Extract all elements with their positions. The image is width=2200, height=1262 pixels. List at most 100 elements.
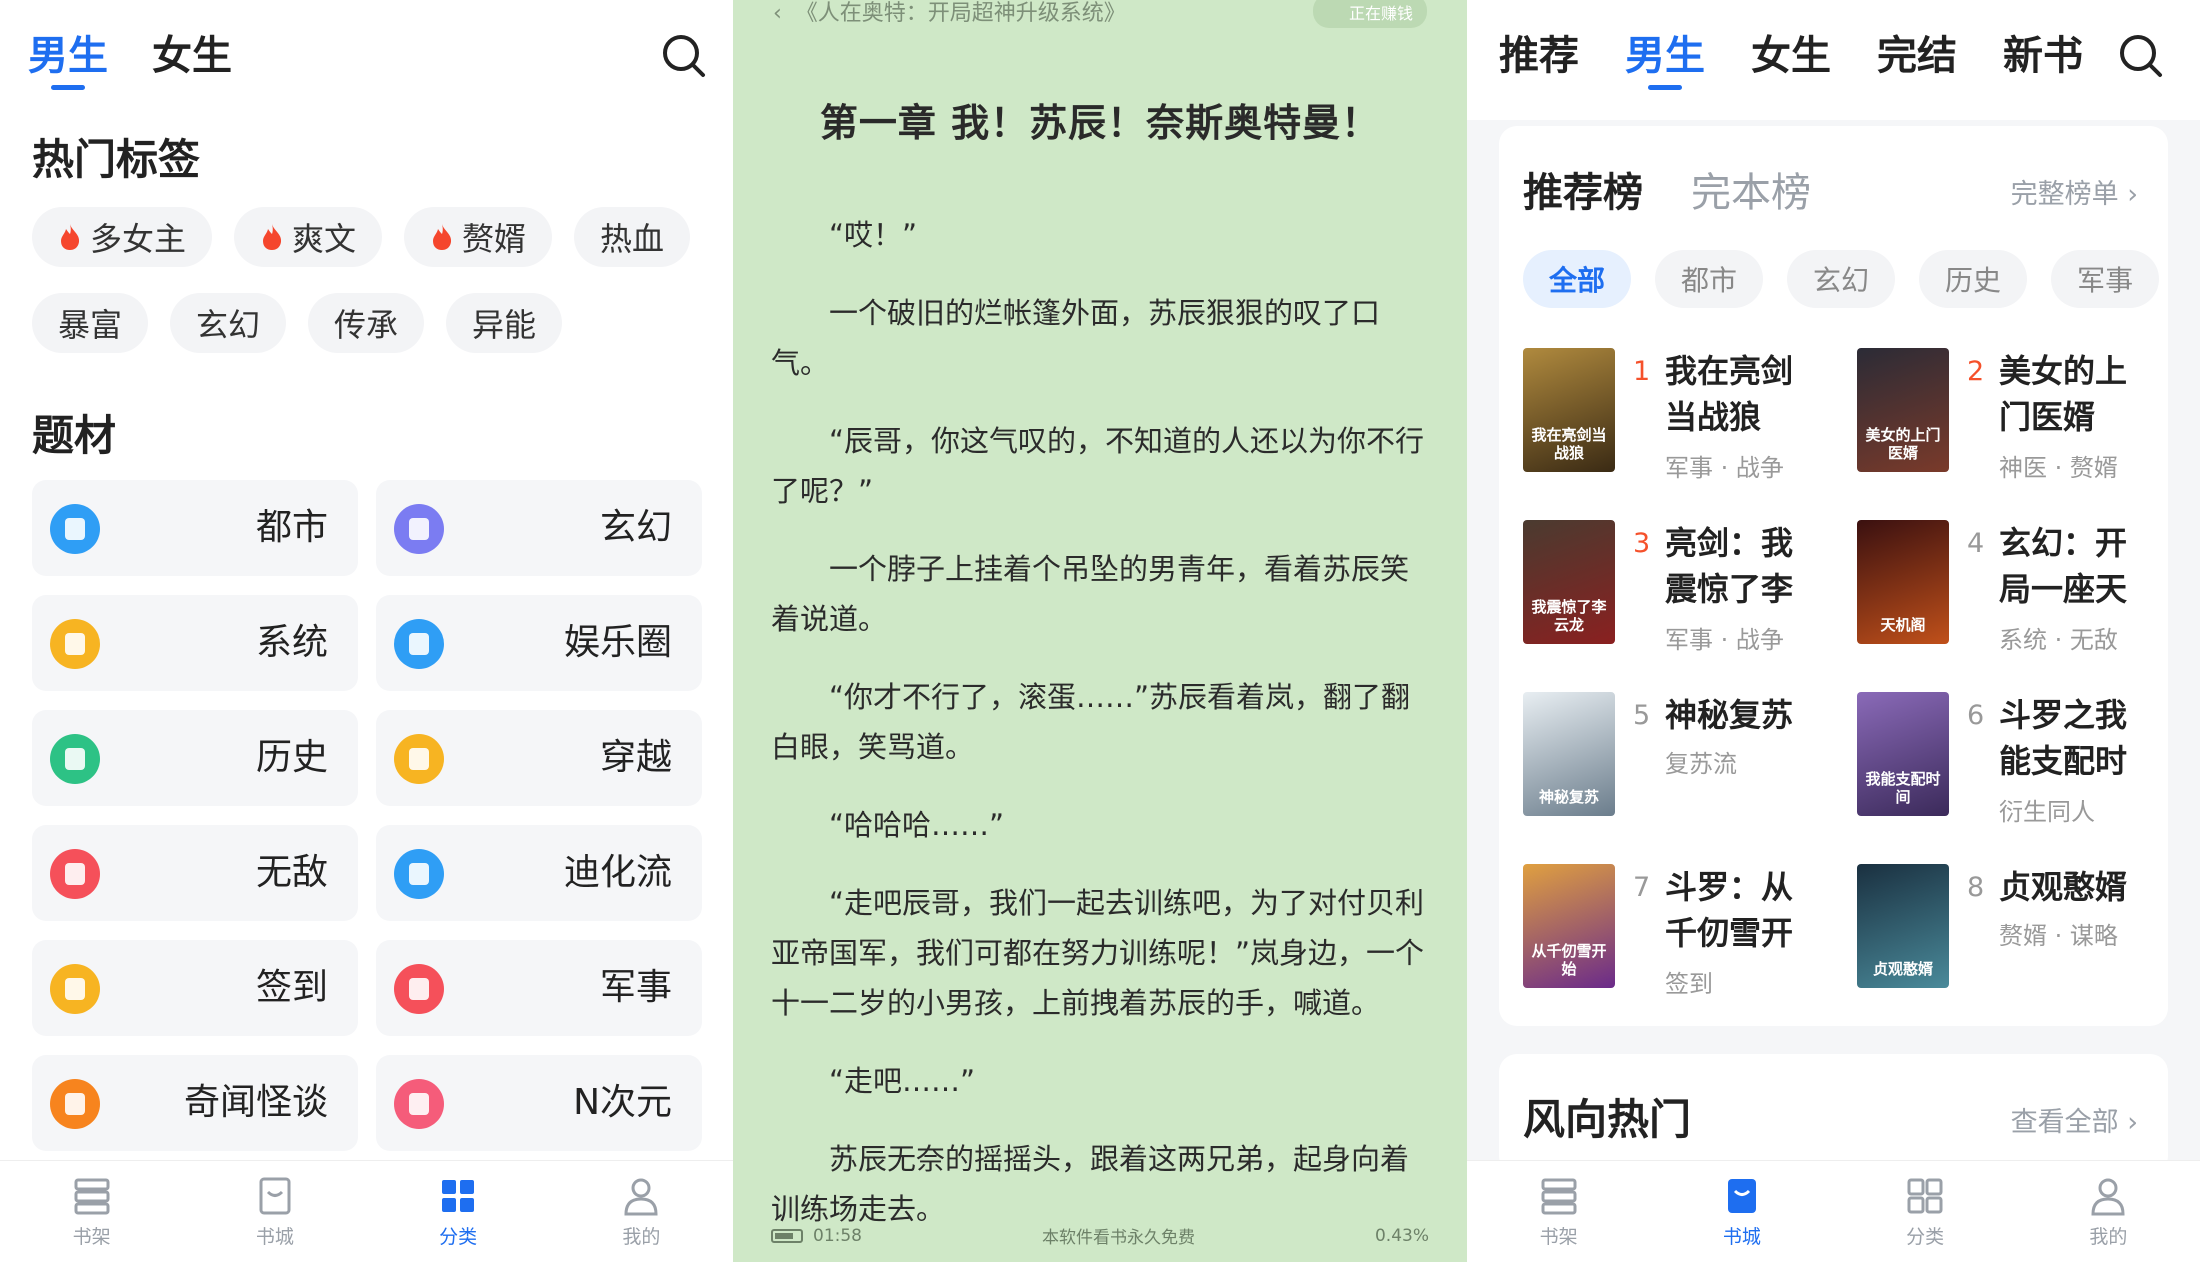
tag-label: 热血 — [600, 220, 665, 258]
book-cover[interactable]: 我在亮剑当战狼 — [1523, 348, 1615, 472]
book-cover[interactable]: 天机阁 — [1857, 520, 1949, 644]
book-title[interactable]: 斗罗之我能支配时 — [1999, 692, 2149, 784]
tab-finished-rank[interactable]: 完本榜 — [1691, 160, 1811, 218]
nav-bookshelf[interactable]: 书架 — [1467, 1161, 1650, 1262]
genre-label: 军事 — [599, 967, 672, 1008]
tab-channel[interactable]: 完结 — [1877, 28, 1957, 84]
hot-tag[interactable]: 爽文 — [234, 207, 383, 267]
book-item[interactable]: 我震惊了李云龙 3 亮剑：我震惊了李 军事 · 战争 — [1523, 520, 1857, 654]
book-cover[interactable]: 美女的上门医婿 — [1857, 348, 1949, 472]
nav-bookshelf[interactable]: 书架 — [0, 1161, 183, 1262]
tag-label: 异能 — [472, 306, 537, 344]
earn-badge[interactable]: 正在赚钱 — [1312, 0, 1427, 28]
view-all-link[interactable]: 查看全部 › — [2011, 1100, 2138, 1139]
book-cover[interactable]: 我震惊了李云龙 — [1523, 520, 1615, 644]
hot-tag[interactable]: 传承 — [308, 293, 425, 353]
paragraph: “走吧……” — [829, 1064, 976, 1098]
genre-item[interactable]: 穿越 — [376, 710, 702, 806]
bookshelf-icon — [1541, 1178, 1577, 1215]
location-pin-icon — [50, 964, 100, 1014]
hot-tags-row: 多女主 爽文 赘婿 热血 — [32, 207, 691, 267]
rank-number: 5 — [1633, 700, 1651, 731]
book-cover[interactable]: 从千仞雪开始 — [1523, 864, 1615, 988]
book-tags: 复苏流 — [1665, 750, 1737, 778]
book-item[interactable]: 贞观憨婿 8 贞观憨婿 赘婿 · 谋略 — [1857, 864, 2163, 988]
nav-category[interactable]: 分类 — [1834, 1161, 2017, 1262]
hot-tag[interactable]: 多女主 — [32, 207, 213, 267]
nav-bookstore[interactable]: 书城 — [1650, 1161, 1833, 1262]
book-item[interactable]: 天机阁 4 玄幻：开局一座天 系统 · 无敌 — [1857, 520, 2163, 654]
category-chip[interactable]: 军事 — [2051, 250, 2160, 308]
genre-item[interactable]: 都市 — [32, 480, 358, 576]
genre-item[interactable]: 玄幻 — [376, 480, 702, 576]
search-icon[interactable] — [2117, 32, 2163, 78]
nav-label: 分类 — [1906, 1226, 1945, 1248]
book-title[interactable]: 我在亮剑当战狼 — [1665, 348, 1815, 440]
category-chip[interactable]: 全部 — [1523, 250, 1632, 308]
rank-number: 4 — [1967, 528, 1985, 559]
genre-item[interactable]: 系统 — [32, 595, 358, 691]
genre-item[interactable]: 历史 — [32, 710, 358, 806]
nav-label: 书城 — [1722, 1226, 1761, 1248]
tab-female[interactable]: 女生 — [152, 28, 232, 84]
tab-male[interactable]: 男生 — [28, 28, 108, 84]
document-icon — [50, 619, 100, 669]
book-title[interactable]: 美女的上门医婿 — [1999, 348, 2149, 440]
search-icon[interactable] — [660, 32, 706, 78]
genre-item[interactable]: 奇闻怪谈 — [32, 1055, 358, 1151]
hot-tag[interactable]: 玄幻 — [170, 293, 287, 353]
tag-label: 暴富 — [58, 306, 123, 344]
nav-category[interactable]: 分类 — [367, 1161, 550, 1262]
full-list-link[interactable]: 完整榜单 › — [2011, 172, 2138, 211]
genre-item[interactable]: 娱乐圈 — [376, 595, 702, 691]
fire-icon — [433, 224, 452, 250]
hot-tag[interactable]: 热血 — [574, 207, 691, 267]
genre-item[interactable]: 无敌 — [32, 825, 358, 921]
book-cover[interactable]: 神秘复苏 — [1523, 692, 1615, 816]
book-title[interactable]: 亮剑：我震惊了李 — [1665, 520, 1815, 612]
rank-number: 1 — [1633, 356, 1651, 387]
category-chip[interactable]: 都市 — [1655, 250, 1764, 308]
book-item[interactable]: 从千仞雪开始 7 斗罗：从千仞雪开 签到 — [1523, 864, 1857, 998]
genre-label: 穿越 — [599, 737, 672, 778]
book-cover[interactable]: 贞观憨婿 — [1857, 864, 1949, 988]
book-title[interactable]: 玄幻：开局一座天 — [1999, 520, 2149, 612]
tag-label: 赘婿 — [462, 220, 527, 258]
bottom-nav: 书架 书城 分类 我的 — [1467, 1160, 2200, 1262]
footer-note: 本软件看书永久免费 — [1041, 1228, 1195, 1248]
nav-label: 分类 — [439, 1226, 478, 1248]
book-item[interactable]: 神秘复苏 5 神秘复苏 复苏流 — [1523, 692, 1857, 816]
category-chip[interactable]: 玄幻 — [1787, 250, 1896, 308]
tab-channel[interactable]: 女生 — [1751, 28, 1831, 84]
hot-tag[interactable]: 赘婿 — [404, 207, 553, 267]
tab-channel[interactable]: 推荐 — [1499, 28, 1579, 84]
book-title: 《人在奥特：开局超神升级系统》 — [795, 1, 1126, 26]
nav-profile[interactable]: 我的 — [2017, 1161, 2200, 1262]
back-chevron-icon[interactable]: ‹ — [773, 1, 796, 26]
tab-recommend-rank[interactable]: 推荐榜 — [1523, 160, 1643, 218]
genre-item[interactable]: N次元 — [376, 1055, 702, 1151]
category-chip[interactable]: 历史 — [1919, 250, 2028, 308]
genre-item[interactable]: 签到 — [32, 940, 358, 1036]
tab-channel[interactable]: 男生 — [1625, 28, 1705, 84]
book-cover[interactable]: 我能支配时间 — [1857, 692, 1949, 816]
hot-tag[interactable]: 异能 — [446, 293, 563, 353]
reader-header[interactable]: ‹ 《人在奥特：开局超神升级系统》 — [773, 0, 1126, 28]
genre-item[interactable]: 军事 — [376, 940, 702, 1036]
book-item[interactable]: 美女的上门医婿 2 美女的上门医婿 神医 · 赘婿 — [1857, 348, 2163, 482]
genre-label: 奇闻怪谈 — [183, 1082, 328, 1123]
cover-title: 美女的上门医婿 — [1865, 426, 1941, 462]
tag-label: 多女主 — [90, 220, 187, 258]
genre-item[interactable]: 迪化流 — [376, 825, 702, 921]
nav-profile[interactable]: 我的 — [550, 1161, 733, 1262]
chapter-text[interactable]: “哎！” 一个破旧的烂帐篷外面，苏辰狠狠的叹了口气。 “辰哥，你这气叹的，不知道的人… — [771, 210, 1433, 1262]
book-title[interactable]: 贞观憨婿 — [1999, 864, 2149, 910]
book-item[interactable]: 我能支配时间 6 斗罗之我能支配时 衍生同人 — [1857, 692, 2163, 826]
book-title[interactable]: 神秘复苏 — [1665, 692, 1815, 738]
nav-bookstore[interactable]: 书城 — [183, 1161, 366, 1262]
tab-channel[interactable]: 新书 — [2003, 28, 2083, 84]
book-title[interactable]: 斗罗：从千仞雪开 — [1665, 864, 1815, 956]
ranking-list: 我在亮剑当战狼 1 我在亮剑当战狼 军事 · 战争 美女的上门医婿 2 美女的上门医婿 神医 … — [1523, 348, 2163, 998]
hot-tag[interactable]: 暴富 — [32, 293, 149, 353]
book-item[interactable]: 我在亮剑当战狼 1 我在亮剑当战狼 军事 · 战争 — [1523, 348, 1857, 482]
